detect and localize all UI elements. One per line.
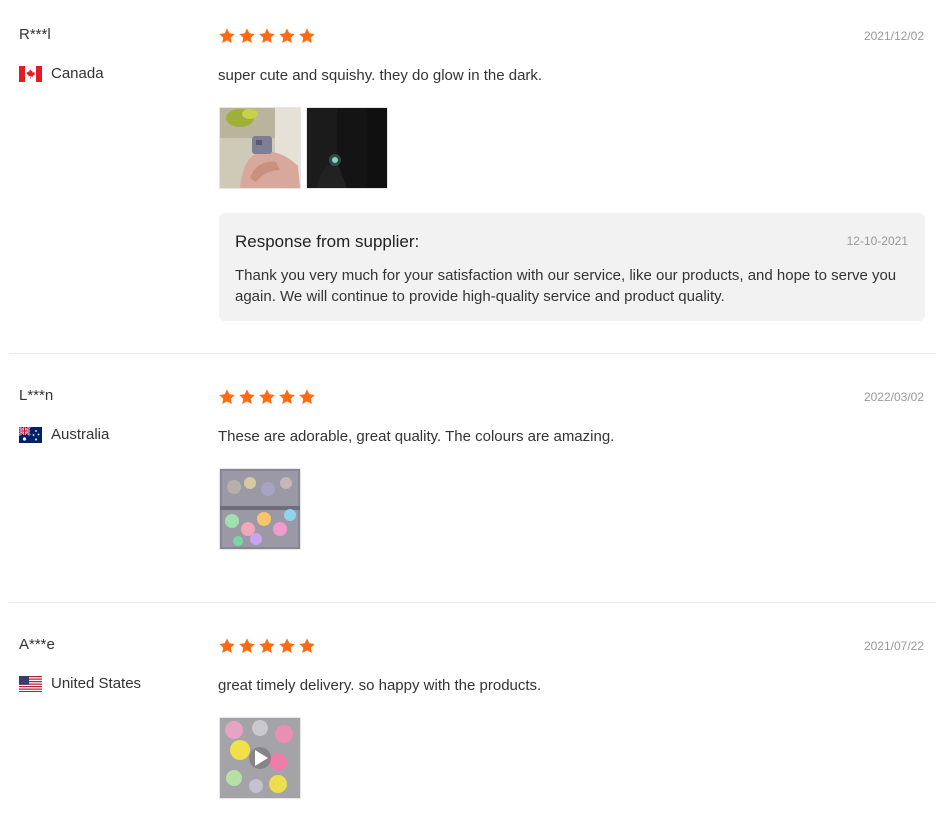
review-date: 2021/07/22 [863, 639, 924, 653]
star-icon [238, 388, 256, 406]
review-photos [219, 717, 301, 799]
review-photos [219, 107, 388, 189]
reviewer-country: Australia [18, 425, 110, 443]
review-date: 2021/12/02 [863, 29, 924, 43]
star-rating [218, 388, 316, 406]
star-icon [258, 27, 276, 45]
review-divider [9, 602, 936, 603]
reviewer-name: A***e [19, 636, 55, 653]
star-icon [298, 388, 316, 406]
star-icon [258, 388, 276, 406]
review-item: R***l Canada 2021/12/02 super cute and s… [0, 0, 945, 353]
review-date: 2022/03/02 [863, 390, 924, 404]
review-text: These are adorable, great quality. The c… [218, 428, 615, 445]
reviewer-name: R***l [19, 26, 51, 43]
review-item: A***e United States 2021/07/22 great tim… [0, 610, 945, 818]
star-icon [278, 637, 296, 655]
review-divider [9, 353, 936, 354]
star-icon [298, 637, 316, 655]
canada-flag-icon [19, 65, 42, 82]
star-icon [238, 637, 256, 655]
star-rating [218, 27, 316, 45]
reviewer-country: United States [19, 675, 141, 692]
supplier-response: Response from supplier: 12-10-2021 Thank… [219, 213, 925, 321]
reviewer-name: L***n [19, 387, 54, 404]
response-date: 12-10-2021 [846, 234, 908, 248]
usa-flag-icon [19, 675, 42, 692]
review-photos [219, 468, 301, 550]
country-name: Australia [51, 426, 110, 443]
star-icon [238, 27, 256, 45]
review-text: great timely delivery. so happy with the… [218, 677, 542, 694]
star-rating [218, 637, 316, 655]
reviewer-country: Canada [19, 65, 104, 82]
star-icon [218, 27, 236, 45]
response-text: Thank you very much for your satisfactio… [235, 267, 897, 305]
country-name: Canada [51, 65, 104, 82]
country-name: United States [51, 675, 142, 692]
review-photo-thumbnail[interactable] [219, 107, 301, 189]
star-icon [298, 27, 316, 45]
star-icon [278, 388, 296, 406]
review-text: super cute and squishy. they do glow in … [218, 67, 543, 84]
review-item: L***n Australia 2022/03/02 These are ado… [0, 361, 945, 602]
star-icon [258, 637, 276, 655]
star-icon [278, 27, 296, 45]
star-icon [218, 388, 236, 406]
response-title: Response from supplier: [235, 232, 420, 251]
review-photo-thumbnail[interactable] [306, 107, 388, 189]
star-icon [218, 637, 236, 655]
review-photo-thumbnail[interactable] [219, 468, 301, 550]
review-video-thumbnail[interactable] [219, 717, 301, 799]
australia-flag-icon [18, 425, 42, 443]
